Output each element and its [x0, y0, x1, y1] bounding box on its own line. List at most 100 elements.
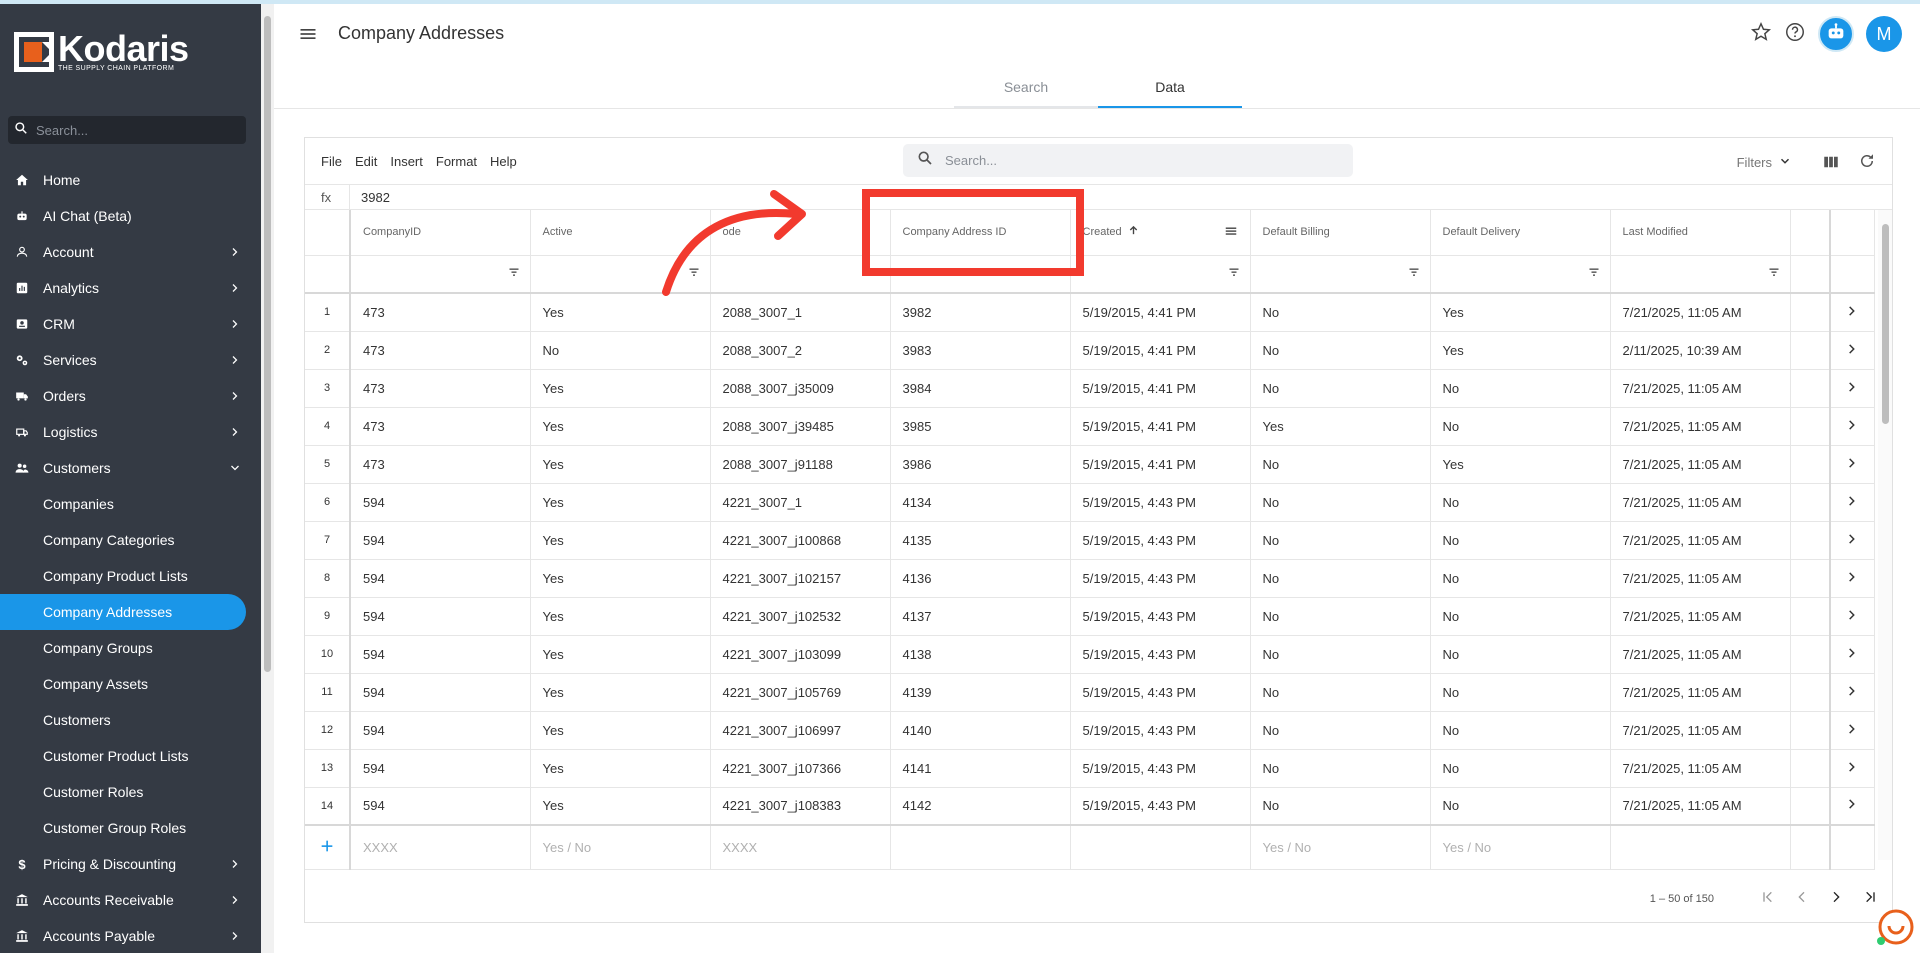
cell-last-modified[interactable]: 7/21/2025, 11:05 AM: [1610, 483, 1791, 522]
row-open-button[interactable]: [1830, 635, 1875, 674]
cell-default-billing[interactable]: No: [1250, 293, 1431, 332]
cell-created[interactable]: 5/19/2015, 4:41 PM: [1070, 369, 1251, 408]
cell-default-delivery[interactable]: No: [1430, 749, 1611, 788]
row-open-button[interactable]: [1830, 673, 1875, 712]
sidebar-scrollbar[interactable]: [261, 4, 274, 953]
new-row-cell-active[interactable]: Yes / No: [530, 824, 711, 870]
cell-default-delivery[interactable]: No: [1430, 559, 1611, 598]
column-header-companyid[interactable]: CompanyID: [350, 210, 531, 256]
cell-default-delivery[interactable]: No: [1430, 597, 1611, 636]
cell-code[interactable]: 2088_3007_j39485: [710, 407, 891, 446]
cell-last-modified[interactable]: 7/21/2025, 11:05 AM: [1610, 597, 1791, 636]
previous-page-icon[interactable]: [1794, 889, 1810, 908]
cell-active[interactable]: No: [530, 331, 711, 370]
cell-default-delivery[interactable]: No: [1430, 711, 1611, 750]
column-filter-companyid[interactable]: [350, 255, 531, 294]
sidebar-item-ai-chat-beta[interactable]: AI Chat (Beta): [0, 198, 261, 234]
cell-company-address-id[interactable]: 3984: [890, 369, 1071, 408]
cell-code[interactable]: 2088_3007_j35009: [710, 369, 891, 408]
column-header-created[interactable]: Created: [1070, 210, 1251, 256]
table-row[interactable]: 5 473 Yes 2088_3007_j91188 3986 5/19/2015, 4:…: [305, 445, 1875, 484]
cell-last-modified[interactable]: 7/21/2025, 11:05 AM: [1610, 673, 1791, 712]
cell-active[interactable]: Yes: [530, 673, 711, 712]
row-open-button[interactable]: [1830, 711, 1875, 750]
cell-company-address-id[interactable]: 4142: [890, 787, 1071, 826]
sidebar-item-companies[interactable]: Companies: [0, 486, 261, 522]
first-page-icon[interactable]: [1760, 889, 1776, 908]
sidebar-item-orders[interactable]: Orders: [0, 378, 261, 414]
sidebar-item-company-groups[interactable]: Company Groups: [0, 630, 261, 666]
add-row-button[interactable]: [305, 824, 351, 870]
cell-created[interactable]: 5/19/2015, 4:41 PM: [1070, 331, 1251, 370]
table-row[interactable]: 13 594 Yes 4221_3007_j107366 4141 5/19/2015, …: [305, 749, 1875, 788]
cell-company-address-id[interactable]: 3985: [890, 407, 1071, 446]
row-open-button[interactable]: [1830, 787, 1875, 826]
cell-company-address-id[interactable]: 4135: [890, 521, 1071, 560]
cell-last-modified[interactable]: 7/21/2025, 11:05 AM: [1610, 787, 1791, 826]
cell-code[interactable]: 4221_3007_j107366: [710, 749, 891, 788]
table-row[interactable]: 4 473 Yes 2088_3007_j39485 3985 5/19/2015, 4:…: [305, 407, 1875, 446]
cell-company-address-id[interactable]: 4137: [890, 597, 1071, 636]
support-chat-button[interactable]: [1876, 908, 1914, 946]
cell-company-address-id[interactable]: 4136: [890, 559, 1071, 598]
sidebar-item-company-assets[interactable]: Company Assets: [0, 666, 261, 702]
cell-last-modified[interactable]: 7/21/2025, 11:05 AM: [1610, 407, 1791, 446]
table-row[interactable]: 14 594 Yes 4221_3007_j108383 4142 5/19/2015, …: [305, 787, 1875, 826]
sidebar-item-company-addresses[interactable]: Company Addresses: [0, 594, 246, 630]
cell-companyid[interactable]: 594: [350, 673, 531, 712]
cell-last-modified[interactable]: 7/21/2025, 11:05 AM: [1610, 559, 1791, 598]
cell-default-billing[interactable]: No: [1250, 483, 1431, 522]
cell-created[interactable]: 5/19/2015, 4:43 PM: [1070, 483, 1251, 522]
cell-default-delivery[interactable]: Yes: [1430, 293, 1611, 332]
table-row[interactable]: 6 594 Yes 4221_3007_1 4134 5/19/2015, 4:43 PM…: [305, 483, 1875, 522]
cell-default-delivery[interactable]: Yes: [1430, 445, 1611, 484]
cell-default-delivery[interactable]: No: [1430, 369, 1611, 408]
cell-default-delivery[interactable]: No: [1430, 787, 1611, 826]
cell-companyid[interactable]: 594: [350, 483, 531, 522]
sidebar-item-accounts-receivable[interactable]: Accounts Receivable: [0, 882, 261, 918]
cell-default-billing[interactable]: No: [1250, 787, 1431, 826]
cell-default-billing[interactable]: No: [1250, 597, 1431, 636]
cell-default-billing[interactable]: No: [1250, 635, 1431, 674]
cell-companyid[interactable]: 473: [350, 407, 531, 446]
table-row[interactable]: 11 594 Yes 4221_3007_j105769 4139 5/19/2015, …: [305, 673, 1875, 712]
grid-scrollbar[interactable]: [1878, 210, 1892, 860]
cell-active[interactable]: Yes: [530, 559, 711, 598]
sidebar-item-logistics[interactable]: Logistics: [0, 414, 261, 450]
cell-default-billing[interactable]: No: [1250, 673, 1431, 712]
row-open-button[interactable]: [1830, 293, 1875, 332]
table-row[interactable]: 8 594 Yes 4221_3007_j102157 4136 5/19/2015, 4…: [305, 559, 1875, 598]
cell-code[interactable]: 4221_3007_j103099: [710, 635, 891, 674]
formula-value[interactable]: 3982: [361, 190, 390, 205]
cell-active[interactable]: Yes: [530, 711, 711, 750]
filter-icon[interactable]: [1588, 266, 1600, 281]
cell-company-address-id[interactable]: 3982: [890, 293, 1071, 332]
kodaris-logo[interactable]: Kodaris THE SUPPLY CHAIN PLATFORM: [14, 31, 189, 72]
cell-last-modified[interactable]: 2/11/2025, 10:39 AM: [1610, 331, 1791, 370]
cell-created[interactable]: 5/19/2015, 4:43 PM: [1070, 749, 1251, 788]
cell-code[interactable]: 4221_3007_j106997: [710, 711, 891, 750]
menu-edit[interactable]: Edit: [355, 154, 377, 169]
table-row[interactable]: 7 594 Yes 4221_3007_j100868 4135 5/19/2015, 4…: [305, 521, 1875, 560]
sidebar-item-company-categories[interactable]: Company Categories: [0, 522, 261, 558]
cell-created[interactable]: 5/19/2015, 4:41 PM: [1070, 445, 1251, 484]
new-row-cell-created[interactable]: [1070, 824, 1251, 870]
cell-default-delivery[interactable]: No: [1430, 673, 1611, 712]
menu-file[interactable]: File: [321, 154, 342, 169]
cell-code[interactable]: 4221_3007_j108383: [710, 787, 891, 826]
cell-active[interactable]: Yes: [530, 635, 711, 674]
new-row-cell-companyid[interactable]: XXXX: [350, 824, 531, 870]
cell-default-billing[interactable]: Yes: [1250, 407, 1431, 446]
column-filter-default-billing[interactable]: [1250, 255, 1431, 294]
filter-icon[interactable]: [508, 266, 520, 281]
refresh-icon[interactable]: [1858, 152, 1876, 175]
cell-company-address-id[interactable]: 4141: [890, 749, 1071, 788]
column-filter-created[interactable]: [1070, 255, 1251, 294]
new-row-cell-last-modified[interactable]: [1610, 824, 1791, 870]
cell-default-delivery[interactable]: No: [1430, 521, 1611, 560]
cell-default-delivery[interactable]: No: [1430, 635, 1611, 674]
hamburger-menu-icon[interactable]: [298, 24, 318, 49]
table-row[interactable]: 9 594 Yes 4221_3007_j102532 4137 5/19/2015, 4…: [305, 597, 1875, 636]
cell-companyid[interactable]: 594: [350, 521, 531, 560]
cell-default-billing[interactable]: No: [1250, 445, 1431, 484]
